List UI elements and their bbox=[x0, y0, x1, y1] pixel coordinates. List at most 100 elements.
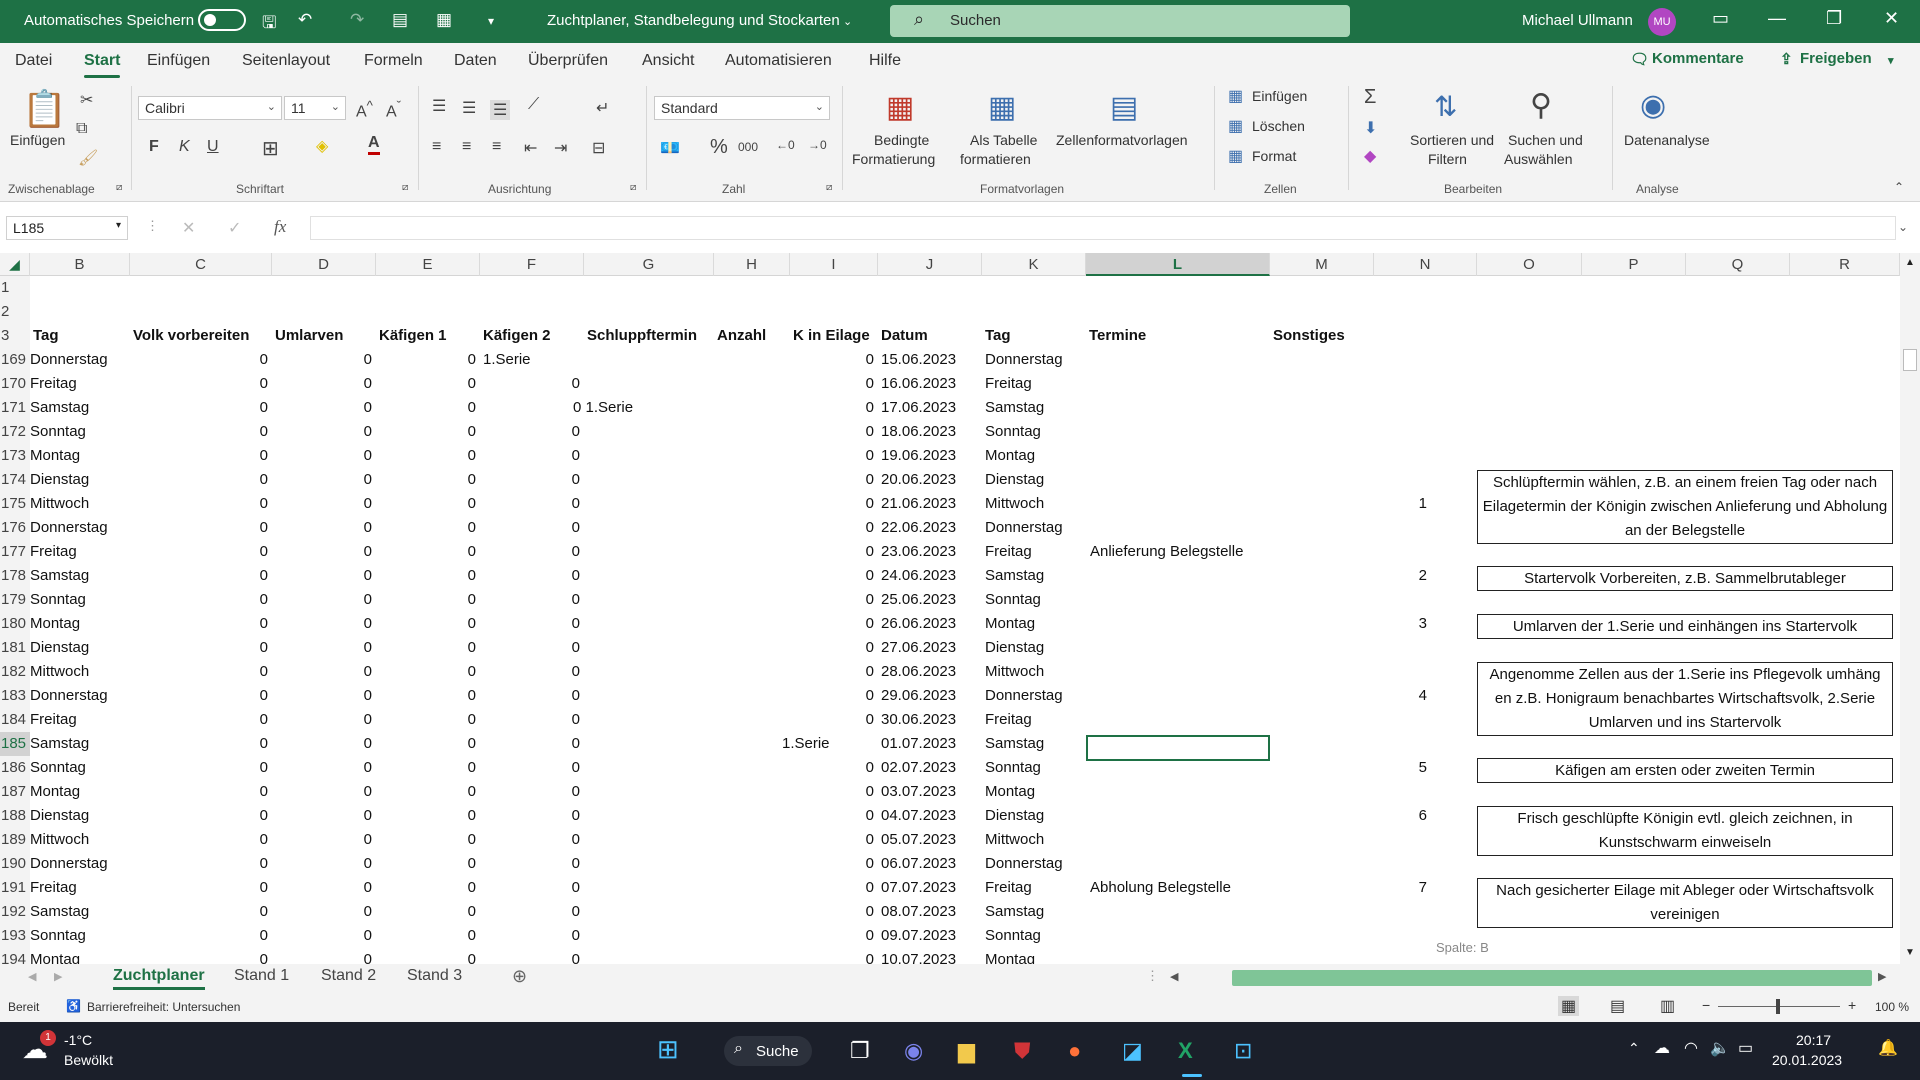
cell-volk[interactable]: 0 bbox=[130, 876, 268, 900]
dialog-launcher-icon[interactable]: ⧄ bbox=[630, 182, 636, 193]
cell-kaefigen1[interactable]: 0 bbox=[376, 660, 476, 684]
cell-kaefigen1[interactable]: 0 bbox=[376, 732, 476, 756]
cell-datum[interactable]: 29.06.2023 bbox=[881, 684, 982, 708]
column-title-b[interactable]: Tag bbox=[33, 324, 130, 348]
cell-styles-label[interactable]: Zellenformatvorlagen bbox=[1056, 132, 1188, 148]
weather-text[interactable]: Bewölkt bbox=[64, 1052, 113, 1068]
cell-volk[interactable]: 0 bbox=[130, 732, 268, 756]
cell-datum[interactable]: 17.06.2023 bbox=[881, 396, 982, 420]
cell-weekday[interactable]: Samstag bbox=[30, 732, 130, 756]
cell-k-in-eilage[interactable]: 0 bbox=[790, 900, 874, 924]
cell-volk[interactable]: 0 bbox=[130, 468, 268, 492]
cell-k-in-eilage[interactable]: 0 bbox=[790, 660, 874, 684]
cell-weekday[interactable]: Freitag bbox=[30, 372, 130, 396]
delete-cells-icon[interactable]: ▦ bbox=[1228, 116, 1243, 136]
cell-umlarven[interactable]: 0 bbox=[272, 540, 372, 564]
cell-kaefigen1[interactable]: 0 bbox=[376, 396, 476, 420]
cell-k-in-eilage[interactable]: 0 bbox=[790, 540, 874, 564]
screen-recorder-icon[interactable]: ⊡ bbox=[1234, 1038, 1252, 1064]
cell-tag[interactable]: Montag bbox=[985, 612, 1086, 636]
cell-volk[interactable]: 0 bbox=[130, 492, 268, 516]
paste-button[interactable]: Einfügen bbox=[10, 132, 65, 148]
cell-kaefigen1[interactable]: 0 bbox=[376, 780, 476, 804]
cell-datum[interactable]: 16.06.2023 bbox=[881, 372, 982, 396]
cell-datum[interactable]: 09.07.2023 bbox=[881, 924, 982, 948]
cell-k-in-eilage[interactable]: 0 bbox=[790, 876, 874, 900]
row-number[interactable]: 175 bbox=[0, 492, 30, 516]
cell-volk[interactable]: 0 bbox=[130, 612, 268, 636]
cell-k-in-eilage[interactable]: 0 bbox=[790, 924, 874, 948]
cell-weekday[interactable]: Sonntag bbox=[30, 756, 130, 780]
cell-weekday[interactable]: Sonntag bbox=[30, 588, 130, 612]
tab-datei[interactable]: Datei bbox=[15, 52, 52, 70]
dialog-launcher-icon[interactable]: ⧄ bbox=[402, 182, 408, 193]
align-left-icon[interactable]: ≡ bbox=[432, 138, 441, 156]
cell-weekday[interactable]: Freitag bbox=[30, 876, 130, 900]
row-number[interactable]: 174 bbox=[0, 468, 30, 492]
cell-umlarven[interactable]: 0 bbox=[272, 660, 372, 684]
data-analysis-icon[interactable]: ◉ bbox=[1640, 88, 1666, 123]
scroll-down-icon[interactable]: ▼ bbox=[1905, 947, 1915, 958]
row-number[interactable]: 172 bbox=[0, 420, 30, 444]
page-layout-icon[interactable]: ▤ bbox=[1610, 996, 1625, 1016]
avatar[interactable]: MU bbox=[1648, 8, 1676, 36]
copy-icon[interactable]: ⧉ bbox=[76, 120, 87, 138]
more-icon[interactable]: ⋮ bbox=[146, 218, 159, 234]
scroll-left-icon[interactable]: ◀ bbox=[1170, 970, 1178, 983]
column-title-c[interactable]: Volk vorbereiten bbox=[133, 324, 272, 348]
cell-schlupftermin[interactable]: 0 bbox=[480, 516, 580, 540]
cell-datum[interactable]: 01.07.2023 bbox=[881, 732, 982, 756]
cell-datum[interactable]: 28.06.2023 bbox=[881, 660, 982, 684]
cell-weekday[interactable]: Sonntag bbox=[30, 924, 130, 948]
cell-tag[interactable]: Sonntag bbox=[985, 924, 1086, 948]
cell-tag[interactable]: Freitag bbox=[985, 876, 1086, 900]
cell-datum[interactable]: 22.06.2023 bbox=[881, 516, 982, 540]
cell-umlarven[interactable]: 0 bbox=[272, 924, 372, 948]
column-header-m[interactable]: M bbox=[1270, 253, 1374, 276]
paste-icon[interactable]: 📋 bbox=[22, 88, 67, 130]
cell-schlupftermin[interactable]: 0 bbox=[480, 876, 580, 900]
align-middle-icon[interactable]: ☰ bbox=[462, 98, 476, 118]
row-number[interactable]: 177 bbox=[0, 540, 30, 564]
cell-weekday[interactable]: Dienstag bbox=[30, 636, 130, 660]
column-title-d[interactable]: Umlarven bbox=[275, 324, 376, 348]
cell-k-in-eilage[interactable]: 0 bbox=[790, 852, 874, 876]
active-cell-selection[interactable] bbox=[1086, 735, 1270, 761]
cell-tag[interactable]: Sonntag bbox=[985, 756, 1086, 780]
cell-k-in-eilage[interactable]: 0 bbox=[790, 348, 874, 372]
cell-termine[interactable]: Abholung Belegstelle bbox=[1090, 876, 1390, 900]
horizontal-scroll-thumb[interactable] bbox=[1232, 970, 1872, 986]
row-number[interactable]: 3 bbox=[0, 324, 30, 348]
cell-tag[interactable]: Donnerstag bbox=[985, 348, 1086, 372]
cell-schlupftermin[interactable]: 0 bbox=[480, 780, 580, 804]
cell-umlarven[interactable]: 0 bbox=[272, 732, 372, 756]
cell-volk[interactable]: 0 bbox=[130, 684, 268, 708]
prev-sheet-icon[interactable]: ◀ bbox=[28, 970, 36, 983]
cell-step-number[interactable]: 3 bbox=[1374, 612, 1427, 636]
save-icon[interactable]: 🖫 bbox=[262, 10, 276, 39]
cell-termine[interactable]: Anlieferung Belegstelle bbox=[1090, 540, 1390, 564]
undo-icon[interactable]: ↶ bbox=[298, 10, 312, 30]
cell-datum[interactable]: 08.07.2023 bbox=[881, 900, 982, 924]
conditional-formatting-label-1[interactable]: Bedingte bbox=[874, 132, 929, 148]
insert-cells-icon[interactable]: ▦ bbox=[1228, 86, 1243, 106]
cell-schlupftermin[interactable]: 0 bbox=[480, 372, 580, 396]
zoom-in-icon[interactable]: + bbox=[1848, 997, 1856, 1013]
row-number[interactable]: 2 bbox=[0, 300, 30, 324]
clock-date[interactable]: 20.01.2023 bbox=[1772, 1052, 1842, 1068]
note-box[interactable]: Nach gesicherter Eilage mit Ableger oder… bbox=[1477, 878, 1893, 928]
search-input[interactable]: ⌕ Suchen bbox=[890, 5, 1350, 37]
shrink-font-icon[interactable]: Aˇ bbox=[386, 98, 401, 121]
cell-tag[interactable]: Montag bbox=[985, 948, 1086, 964]
italic-button[interactable]: K bbox=[179, 138, 190, 156]
cell-kaefigen1[interactable]: 0 bbox=[376, 516, 476, 540]
cell-schlupftermin[interactable]: 0 bbox=[480, 492, 580, 516]
decrease-indent-icon[interactable]: ⇤ bbox=[524, 138, 537, 158]
cell-volk[interactable]: 0 bbox=[130, 540, 268, 564]
cell-volk[interactable]: 0 bbox=[130, 852, 268, 876]
note-box[interactable]: Angenomme Zellen aus der 1.Serie ins Pfl… bbox=[1477, 662, 1893, 736]
row-number[interactable]: 1 bbox=[0, 276, 30, 300]
note-box[interactable]: Startervolk Vorbereiten, z.B. Sammelbrut… bbox=[1477, 566, 1893, 591]
cell-kaefigen2[interactable]: 1.Serie bbox=[483, 348, 584, 372]
cell-tag[interactable]: Samstag bbox=[985, 900, 1086, 924]
